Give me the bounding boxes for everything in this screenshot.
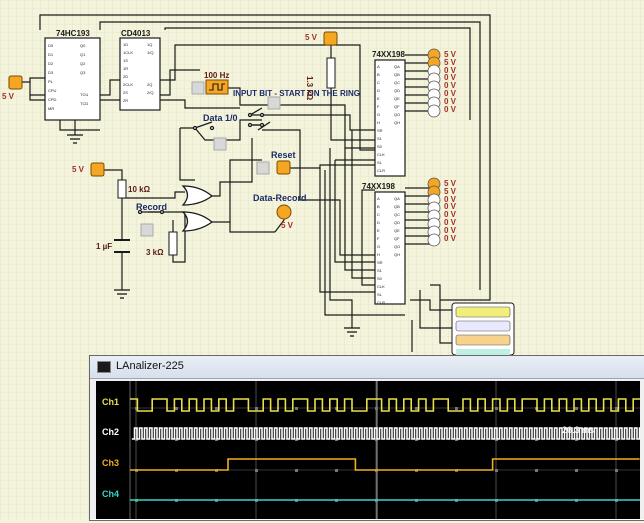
analyzer-display[interactable]: Ch1 Ch2 Ch3 Ch4 26.3 ms [96,381,642,519]
led-column-2-voltages: 5 V5 V0 V0 V0 V0 V0 V0 V [444,179,457,243]
tick-mark [535,469,538,472]
counter-pins-right: Q0 Q1 Q2 Q3 TCU TCD [80,43,89,106]
resistor-1-3k[interactable] [326,57,336,89]
data-record-voltage: 5 V [281,221,294,230]
analyzer-titlebar[interactable]: LAnalizer-225 [90,356,644,379]
reset-source[interactable] [276,160,291,175]
tick-mark [255,407,258,410]
data-toggle-button[interactable] [213,137,227,151]
reset-label: Reset [271,150,296,160]
record-label: Record [136,202,168,212]
tick-mark [615,469,618,472]
reset-toggle-button[interactable] [256,161,270,175]
tick-mark [495,469,498,472]
flipflop-chip-label: CD4013 [121,29,151,38]
analyzer-app-icon [97,361,111,373]
shift-register-1-label: 74XX198 [372,50,405,59]
ch1-waveform [130,398,641,412]
clock-source-icon[interactable] [205,79,229,95]
resistor-1-3k-label: 1.3 kΩ [305,76,314,101]
ff-pins-left: 1D 1CLK 1S 1R 2D 2CLK 2S 2R [123,42,134,103]
counter-chip-label: 74HC193 [56,29,90,38]
power-source-left[interactable] [8,75,23,90]
ch2-label: Ch2 [102,427,120,437]
power-source-top[interactable] [323,31,338,46]
power-mid-label: 5 V [72,165,85,174]
shift1-pins-right: QA QB QC QD QE QF QG QH [394,64,401,125]
tick-mark [175,407,178,410]
tick-mark [575,469,578,472]
resistor-10k-label: 10 kΩ [128,185,150,194]
tick-mark [295,469,298,472]
resistor-10k[interactable] [117,179,127,199]
shift2-pins-right: QA QB QC QD QE QF QG QH [394,196,401,257]
analyzer-title: LAnalizer-225 [116,360,184,372]
resistor-3k[interactable] [168,231,178,256]
shift-register-2-label: 74XX198 [362,182,395,191]
tick-mark [255,469,258,472]
data-record-led [276,204,292,220]
clock-toggle-button[interactable] [191,81,205,95]
ch3-waveform [130,458,640,471]
ff-pins-right: 1Q 1/Q 2Q 2/Q [147,42,154,95]
resistor-3k-label: 3 kΩ [146,248,164,257]
shift1-pins-left: A B C D E F G H SR S1 S0 CLK SL CLR [377,64,386,173]
counter-pins-left: D0 D1 D2 D3 PL CPU CPD MR [48,43,57,111]
ch4-label: Ch4 [102,489,120,499]
tick-mark [215,407,218,410]
tick-mark [335,469,338,472]
waveform-plot [129,381,642,519]
tick-mark [575,407,578,410]
power-left-label: 5 V [2,92,15,101]
clock-label: 100 Hz [204,71,230,80]
data-toggle-label: Data 1/0 [203,113,238,123]
power-top-label: 5 V [305,33,318,42]
capacitor-label: 1 µF [96,242,113,251]
shift2-led-8 [427,233,441,247]
tick-mark [455,407,458,410]
tick-mark [615,407,618,410]
tick-mark [415,407,418,410]
tick-mark [495,407,498,410]
tick-mark [295,407,298,410]
shift2-pins-left: A B C D E F G H SR S1 S0 CLK SL CLR [377,196,386,305]
logic-analyzer-window[interactable]: LAnalizer-225 Ch1 Ch2 Ch3 Ch4 26.3 ms [89,355,644,521]
ch2-time-readout: 26.3 ms [562,425,595,435]
input-bit-button[interactable] [267,96,281,110]
input-bit-label: INPUT BIT - START ON THE RING [233,89,360,98]
shift1-led-8 [427,104,441,118]
data-record-label: Data-Record [253,193,307,203]
record-toggle-button[interactable] [140,223,154,237]
ch3-label: Ch3 [102,458,120,468]
tick-mark [375,407,378,410]
power-source-mid[interactable] [90,162,105,177]
led-column-1-voltages: 5 V5 V0 V0 V0 V0 V0 V0 V [444,50,457,114]
ch1-label: Ch1 [102,397,120,407]
analyzer-connector[interactable] [451,302,515,356]
